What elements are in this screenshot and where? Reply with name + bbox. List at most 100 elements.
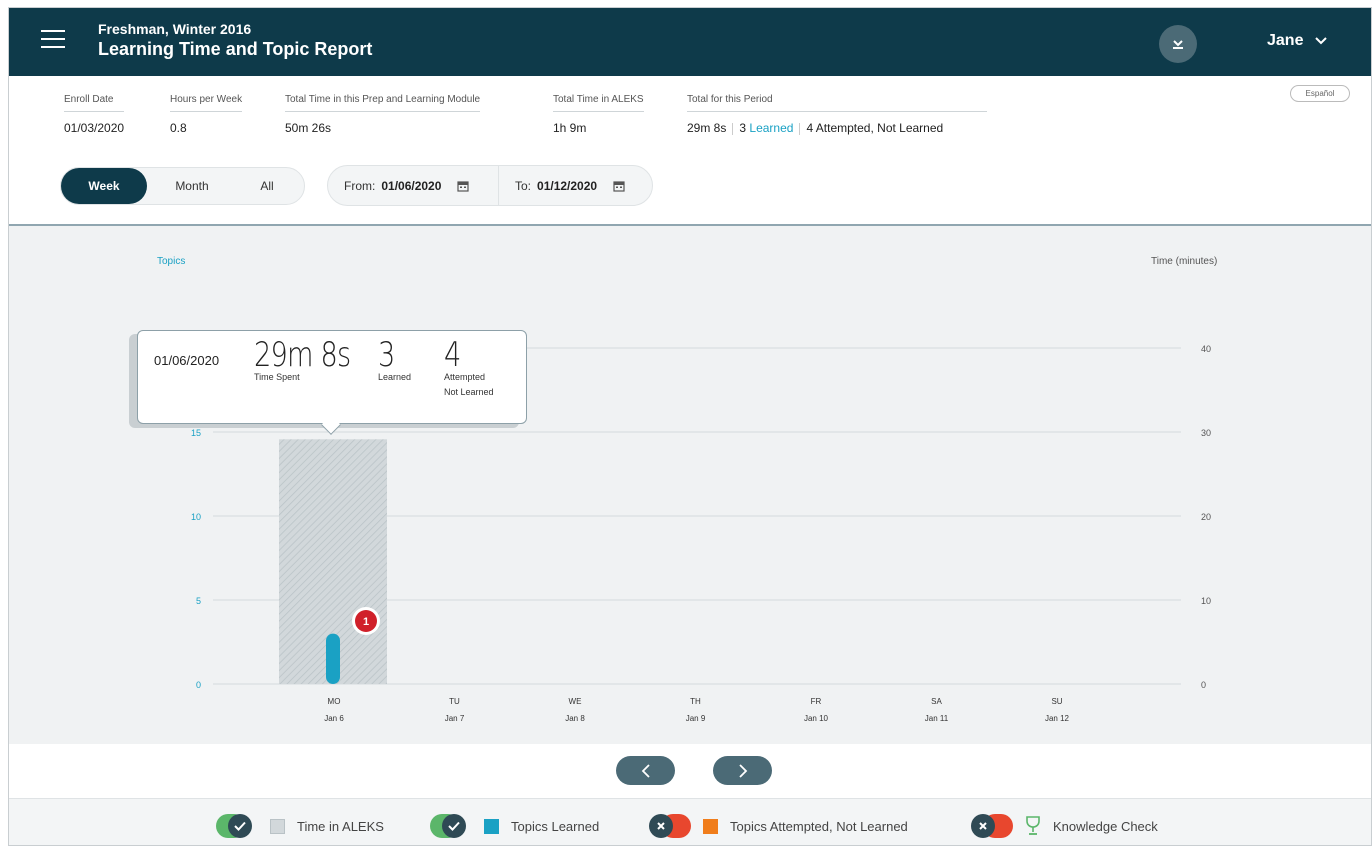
toggle-topics-learned[interactable] (430, 814, 472, 838)
right-tick-label: 20 (1201, 512, 1211, 522)
right-tick-label: 40 (1201, 344, 1211, 354)
date-range-picker: From: 01/06/2020 To: 01/12/2020 (327, 165, 653, 206)
learned-bar[interactable] (326, 633, 340, 684)
tooltip-time-spent-value: 29m 8s (254, 335, 351, 375)
legend-attempted-label: Topics Attempted, Not Learned (730, 818, 908, 834)
x-day-label: TU (449, 697, 460, 706)
x-date-label: Jan 9 (686, 714, 706, 723)
total-aleks-time: Total Time in ALEKS 1h 9m (553, 94, 644, 135)
total-module-time-value: 50m 26s (285, 121, 332, 135)
chevron-left-icon (641, 763, 650, 778)
legend-topics-learned: Topics Learned (430, 814, 599, 838)
chevron-down-icon (1315, 37, 1328, 45)
x-day-label: SU (1051, 697, 1062, 706)
tooltip-attempted-value: 4 (444, 335, 461, 375)
x-date-label: Jan 10 (804, 714, 829, 723)
class-name: Freshman, Winter 2016 (98, 21, 252, 37)
hours-per-week: Hours per Week 0.8 (170, 94, 243, 135)
x-day-label: TH (690, 697, 701, 706)
period-learned-count: 3 (739, 121, 747, 135)
to-label: To: (515, 178, 532, 193)
tooltip-attempted: 4 Attempted Not Learned (444, 335, 494, 399)
toggle-knowledge-check[interactable] (971, 814, 1013, 838)
toggle-topics-attempted[interactable] (649, 814, 691, 838)
right-tick-label: 30 (1201, 428, 1211, 438)
legend-time-in-aleks: Time in ALEKS (216, 814, 384, 838)
enroll-date-value: 01/03/2020 (64, 121, 125, 135)
period-total: Total for this Period 29m 8s 3 Learned 4 A… (687, 94, 987, 135)
total-aleks-time-value: 1h 9m (553, 121, 587, 135)
tab-all[interactable]: All (237, 168, 297, 204)
period-time: 29m 8s (687, 121, 727, 135)
calendar-icon (457, 180, 470, 192)
attempted-swatch (703, 818, 718, 834)
right-tick-label: 10 (1201, 596, 1211, 606)
badge-count: 1 (363, 616, 369, 628)
from-date-field[interactable]: From: 01/06/2020 (328, 166, 498, 205)
hamburger-menu-icon[interactable] (41, 30, 65, 50)
period-learned-link[interactable]: Learned (749, 121, 793, 135)
legend-knowledge-check: Knowledge Check (971, 814, 1158, 838)
page-title: Learning Time and Topic Report (98, 39, 373, 59)
x-day-label: SA (931, 697, 942, 706)
total-module-time-label: Total Time in this Prep and Learning Mod… (285, 94, 481, 112)
left-tick-label: 0 (196, 680, 201, 690)
check-icon (234, 821, 246, 831)
legend-knowledge-label: Knowledge Check (1053, 818, 1158, 834)
time-swatch (270, 818, 285, 834)
learning-chart: Topics Time (minutes) 010203040051015 1 … (157, 256, 1217, 723)
tooltip-date: 01/06/2020 (154, 353, 220, 368)
total-module-time: Total Time in this Prep and Learning Mod… (285, 94, 481, 135)
trophy-icon (1026, 816, 1040, 835)
download-button[interactable] (1159, 25, 1197, 63)
check-icon (448, 821, 460, 831)
x-date-label: Jan 6 (324, 714, 344, 723)
toggle-time-in-aleks[interactable] (216, 814, 258, 838)
enroll-date-label: Enroll Date (64, 94, 125, 112)
left-tick-label: 15 (191, 428, 201, 438)
tab-month[interactable]: Month (147, 168, 237, 204)
tooltip-time-spent: 29m 8s Time Spent (254, 335, 375, 384)
tab-week[interactable]: Week (61, 168, 147, 204)
next-week-button[interactable] (713, 756, 772, 785)
to-date-field[interactable]: To: 01/12/2020 (499, 166, 649, 205)
enroll-date: Enroll Date 01/03/2020 (64, 94, 125, 135)
period-attempted: 4 Attempted, Not Learned (806, 121, 944, 135)
user-name: Jane (1267, 32, 1304, 49)
total-aleks-time-label: Total Time in ALEKS (553, 94, 644, 112)
left-tick-label: 10 (191, 512, 201, 522)
left-tick-label: 5 (196, 596, 201, 606)
download-icon (1173, 40, 1183, 49)
period-total-value: 29m 8s 3 Learned 4 Attempted, Not Learned (687, 121, 987, 135)
tooltip-learned: 3 Learned (378, 335, 411, 384)
chevron-right-icon (738, 763, 747, 778)
learned-swatch (484, 818, 499, 834)
legend-time-label: Time in ALEKS (297, 818, 384, 834)
app-header: Freshman, Winter 2016 Learning Time and … (9, 8, 1371, 76)
from-value: 01/06/2020 (381, 178, 442, 193)
language-button[interactable]: Español (1290, 85, 1350, 102)
x-day-label: MO (328, 697, 341, 706)
calendar-icon (613, 180, 625, 192)
previous-week-button[interactable] (616, 756, 675, 785)
chart-legend: Time in ALEKS Topics Learned Topics Atte… (9, 798, 1371, 845)
from-label: From: (344, 178, 376, 193)
x-date-label: Jan 7 (445, 714, 465, 723)
hours-per-week-label: Hours per Week (170, 94, 243, 112)
x-day-label: FR (811, 697, 822, 706)
x-day-label: WE (569, 697, 582, 706)
period-total-label: Total for this Period (687, 94, 987, 112)
x-date-label: Jan 11 (925, 714, 949, 723)
left-axis-label: Topics (157, 256, 185, 267)
right-axis-label: Time (minutes) (1151, 256, 1217, 267)
hours-per-week-value: 0.8 (170, 121, 187, 135)
x-icon (657, 822, 665, 830)
user-menu[interactable]: Jane (1267, 32, 1328, 50)
x-date-label: Jan 8 (565, 714, 585, 723)
range-tabs: Week Month All (60, 167, 305, 205)
tooltip-attempted-label-2: Not Learned (444, 387, 494, 397)
tooltip-learned-value: 3 (378, 335, 395, 375)
chart-area: Topics Time (minutes) 0 10 20 30 40 0 5 10 15 1 … (9, 224, 1371, 744)
x-icon (979, 822, 987, 830)
report-window: Freshman, Winter 2016 Learning Time and … (8, 7, 1372, 846)
